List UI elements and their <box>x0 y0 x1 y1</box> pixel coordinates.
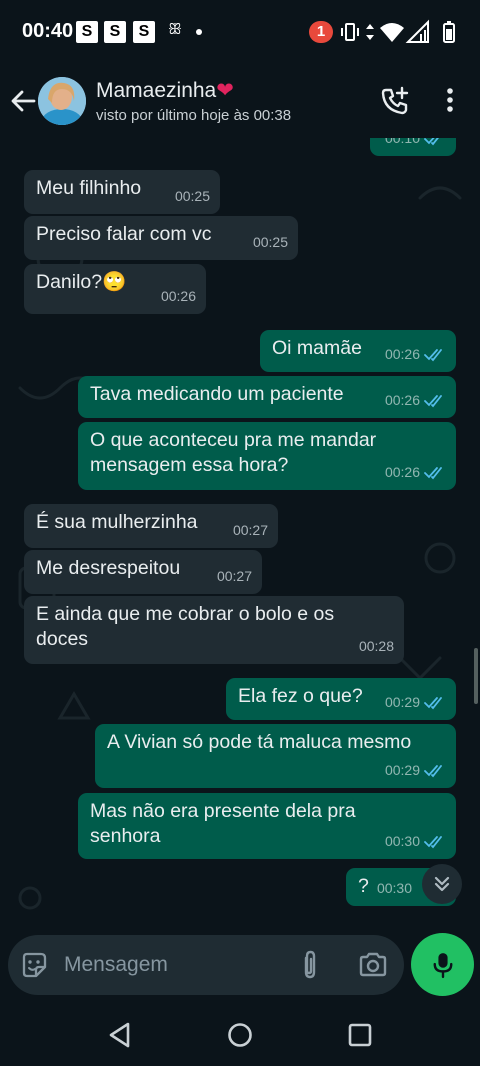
message-meta: 00:30 <box>385 829 446 854</box>
message-bubble-incoming[interactable]: Preciso falar com vc 00:25 <box>24 216 298 260</box>
message-time: 00:30 <box>376 880 412 896</box>
system-nav-bar <box>0 1004 480 1066</box>
avatar[interactable] <box>38 77 86 125</box>
arrow-left-icon[interactable] <box>8 86 38 116</box>
status-system-icons <box>341 19 455 43</box>
double-check-icon <box>424 466 442 479</box>
message-time: 00:28 <box>358 638 394 654</box>
double-check-icon <box>424 138 439 145</box>
message-time: 00:27 <box>216 568 252 584</box>
mic-icon <box>433 952 452 978</box>
message-time: 00:25 <box>174 188 210 204</box>
heart-emoji: ❤ <box>216 79 234 102</box>
status-misc-icon: ꕥ <box>168 21 182 38</box>
message-bubble-incoming[interactable]: E ainda que me cobrar o bolo e os doces … <box>24 596 404 664</box>
mic-button[interactable] <box>411 933 474 996</box>
nav-back-icon[interactable] <box>106 1021 134 1049</box>
message-time: 00:26 <box>384 346 420 362</box>
paperclip-icon[interactable] <box>298 949 322 981</box>
message-time: 00:26 <box>384 392 420 408</box>
status-more-dot-icon <box>196 29 202 35</box>
avatar-photo <box>38 77 86 125</box>
message-bubble-incoming[interactable]: Me desrespeitou 00:27 <box>24 550 262 594</box>
message-meta: 00:29 <box>385 758 446 783</box>
message-text-content: Danilo? <box>36 271 103 293</box>
message-text: Preciso falar com vc <box>36 223 212 245</box>
message-time: 00:26 <box>384 464 420 480</box>
scrollbar-thumb[interactable] <box>474 648 478 704</box>
status-bar: 00:40 S S S ꕥ 1 <box>0 0 480 64</box>
message-bubble-outgoing[interactable]: A Vivian só pode tá maluca mesmo 00:29 <box>95 724 456 788</box>
message-bubble-incoming[interactable]: Meu filhinho 00:25 <box>24 170 220 214</box>
double-check-icon <box>424 835 442 848</box>
message-time: 00:27 <box>232 522 268 538</box>
message-meta: 00:29 <box>385 690 446 715</box>
contact-name-text: Mamaezinha <box>96 79 217 102</box>
message-text: E ainda que me cobrar o bolo e os doces <box>36 603 335 650</box>
signal-bars-icon <box>420 30 426 42</box>
message-bubble-incoming[interactable]: Danilo?🙄 00:26 <box>24 264 206 314</box>
chat-area[interactable]: 00:10 Meu filhinho 00:25 Preciso falar c… <box>0 138 480 928</box>
message-meta: 00:26 <box>385 342 446 367</box>
message-text: É sua mulherzinha <box>36 511 198 533</box>
eye-roll-emoji: 🙄 <box>102 271 127 293</box>
wifi-icon <box>380 23 404 42</box>
data-arrows-icon <box>366 24 374 40</box>
message-bubble-incoming[interactable]: É sua mulherzinha 00:27 <box>24 504 278 548</box>
message-bubble-outgoing[interactable]: Tava medicando um paciente 00:26 <box>78 376 456 418</box>
status-app-icon: S <box>104 21 126 43</box>
message-time: 00:10 <box>384 138 420 146</box>
message-time: 00:30 <box>384 833 420 849</box>
battery-icon <box>443 21 455 43</box>
double-check-icon <box>424 348 442 361</box>
scroll-to-bottom-button[interactable] <box>422 864 462 904</box>
message-bubble-outgoing[interactable]: O que aconteceu pra me mandar mensagem e… <box>78 422 456 490</box>
message-text: A Vivian só pode tá maluca mesmo <box>107 731 412 753</box>
add-call-icon[interactable] <box>380 86 410 116</box>
message-bubble-outgoing[interactable]: 00:10 <box>370 138 456 156</box>
message-meta: 00:26 <box>385 460 446 485</box>
contact-name[interactable]: Mamaezinha❤ <box>96 78 234 103</box>
message-time: 00:29 <box>384 694 420 710</box>
status-app-icon: S <box>133 21 155 43</box>
double-check-icon <box>424 394 442 407</box>
double-chevron-down-icon <box>434 876 450 892</box>
message-time: 00:25 <box>252 234 288 250</box>
message-time: 00:29 <box>384 762 420 778</box>
last-seen: visto por último hoje às 00:38 <box>96 107 292 124</box>
status-time: 00:40 <box>22 20 74 42</box>
notification-badge: 1 <box>309 21 333 43</box>
message-meta: 00:10 <box>385 138 446 151</box>
status-app-icon: S <box>76 21 98 43</box>
vibrate-icon <box>341 23 359 41</box>
message-time: 00:26 <box>160 288 196 304</box>
camera-icon[interactable] <box>358 951 388 979</box>
nav-recents-icon[interactable] <box>346 1021 374 1049</box>
chat-header: Mamaezinha❤ visto por último hoje às 00:… <box>0 64 480 138</box>
sticker-icon[interactable] <box>20 951 48 979</box>
more-vert-icon[interactable] <box>442 86 458 116</box>
message-meta: 00:26 <box>385 388 446 413</box>
message-input[interactable] <box>64 949 284 981</box>
double-check-icon <box>424 764 442 777</box>
message-bubble-outgoing[interactable]: Oi mamãe 00:26 <box>260 330 456 372</box>
nav-home-icon[interactable] <box>226 1021 254 1049</box>
double-check-icon <box>424 696 442 709</box>
message-composer <box>8 935 404 995</box>
message-bubble-outgoing[interactable]: Mas não era presente dela pra senhora 00… <box>78 793 456 859</box>
message-bubble-outgoing[interactable]: Ela fez o que? 00:29 <box>226 678 456 720</box>
